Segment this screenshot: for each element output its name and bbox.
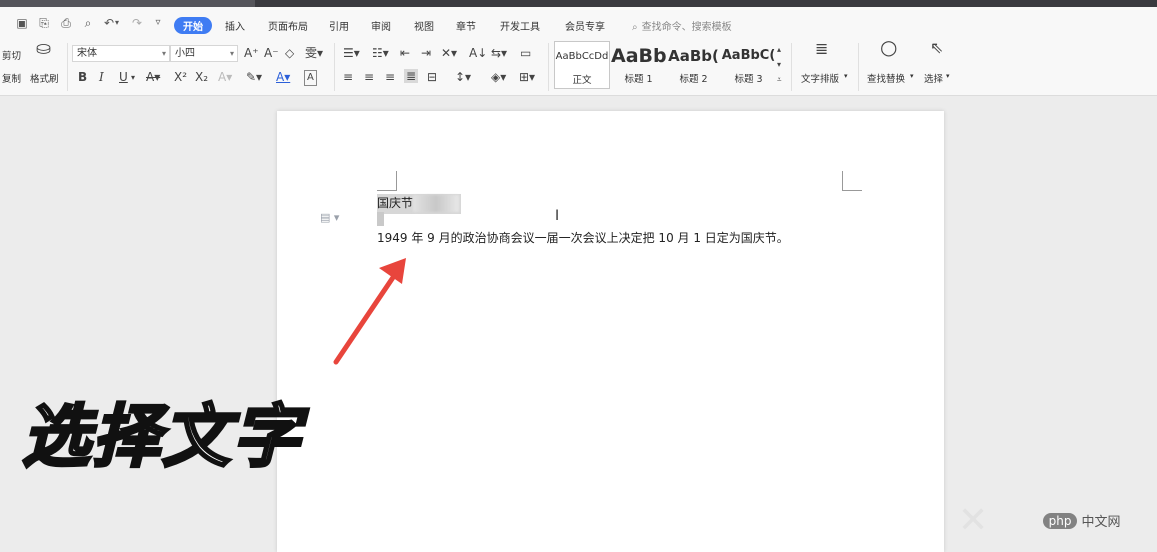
watermark-cn: 中文网 bbox=[1081, 515, 1121, 530]
tutorial-caption: 选择文字 bbox=[20, 397, 303, 479]
watermark: ✕ php 中文网 bbox=[958, 500, 1120, 541]
watermark-php: php bbox=[1042, 512, 1078, 529]
watermark-logo-icon: ✕ bbox=[958, 500, 989, 541]
arrow-shaft bbox=[333, 270, 399, 365]
